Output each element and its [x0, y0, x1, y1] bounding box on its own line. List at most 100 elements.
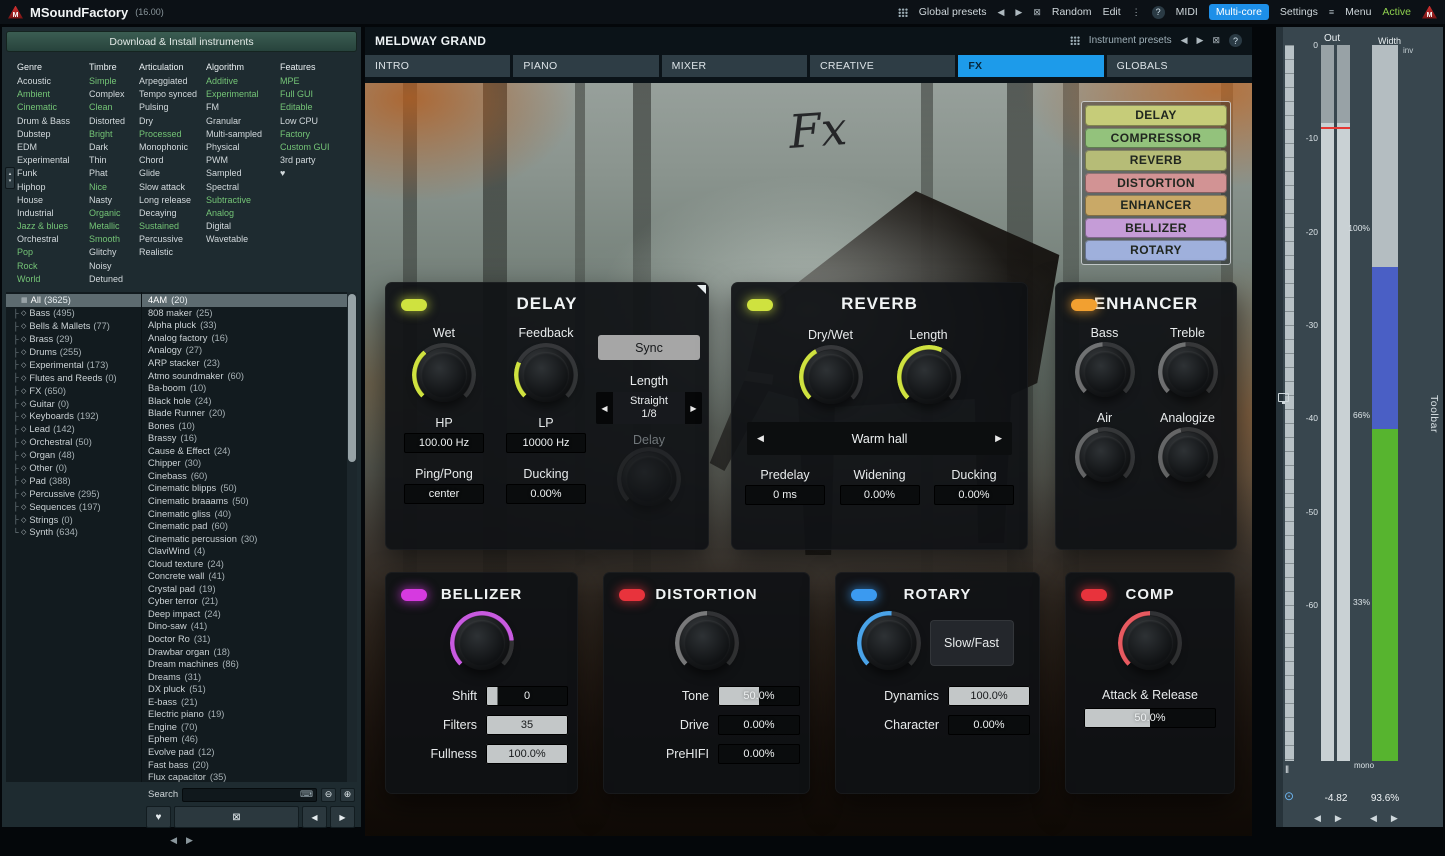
- preset-item[interactable]: Electric piano (19): [142, 708, 347, 721]
- menu-button[interactable]: Menu: [1345, 6, 1371, 18]
- reverb-preset-next-icon[interactable]: ▶: [995, 433, 1002, 444]
- filter-item[interactable]: Sustained: [139, 220, 203, 233]
- filter-item[interactable]: Organic: [89, 207, 136, 220]
- filter-item[interactable]: Factory: [280, 128, 334, 141]
- toolbar-label[interactable]: Toolbar: [1428, 395, 1440, 433]
- enhancer-enable-led[interactable]: [1071, 299, 1097, 311]
- filter-item[interactable]: Dry: [139, 115, 203, 128]
- filter-item[interactable]: PWM: [206, 154, 277, 167]
- preset-item[interactable]: Cinebass (60): [142, 470, 347, 483]
- filter-item[interactable]: Custom GUI: [280, 141, 334, 154]
- preset-item[interactable]: Fast bass (20): [142, 758, 347, 771]
- preset-item[interactable]: DX pluck (51): [142, 683, 347, 696]
- filter-item[interactable]: Low CPU: [280, 115, 334, 128]
- filter-item[interactable]: House: [17, 194, 86, 207]
- tree-item[interactable]: ├ ◇ Keyboards (192): [6, 410, 141, 423]
- filter-item[interactable]: Drum & Bass: [17, 115, 86, 128]
- distortion-enable-led[interactable]: [619, 589, 645, 601]
- panel-corner-handle[interactable]: [697, 285, 706, 294]
- preset-scrollbar[interactable]: [347, 292, 357, 782]
- melda-logo-icon[interactable]: M: [8, 6, 23, 19]
- filter-item[interactable]: Rock: [17, 260, 86, 273]
- feedback-knob[interactable]: [519, 348, 573, 402]
- fx-module-button[interactable]: DISTORTION: [1085, 173, 1227, 194]
- slow-fast-button[interactable]: Slow/Fast: [930, 620, 1014, 666]
- filter-scroll-spinner[interactable]: ▴ ▾: [5, 167, 15, 189]
- bellizer-knob[interactable]: [455, 616, 509, 670]
- prev-icon[interactable]: ◀: [1314, 813, 1321, 824]
- filter-item[interactable]: Pop: [17, 246, 86, 259]
- filter-item[interactable]: Chord: [139, 154, 203, 167]
- filter-item[interactable]: Dark: [89, 141, 136, 154]
- preset-item[interactable]: Analogy (27): [142, 344, 347, 357]
- sync-button[interactable]: Sync: [598, 335, 700, 360]
- instrument-tab[interactable]: PIANO: [513, 55, 658, 77]
- power-icon[interactable]: ⊙: [1284, 789, 1294, 803]
- preset-item[interactable]: Cloud texture (24): [142, 557, 347, 570]
- filter-item[interactable]: Decaying: [139, 207, 203, 220]
- filter-item[interactable]: Experimental: [206, 88, 277, 101]
- preset-item[interactable]: ClaviWind (4): [142, 545, 347, 558]
- scroll-up-icon[interactable]: ▴: [9, 171, 12, 178]
- filter-item[interactable]: Simple: [89, 75, 136, 88]
- filter-item[interactable]: Additive: [206, 75, 277, 88]
- filter-item[interactable]: Digital: [206, 220, 277, 233]
- instrument-tab[interactable]: FX: [958, 55, 1103, 77]
- preset-item[interactable]: Black hole (24): [142, 394, 347, 407]
- prev-preset-icon[interactable]: ◀: [997, 7, 1004, 18]
- hp-value-field[interactable]: 100.00 Hz: [404, 433, 484, 453]
- filter-item[interactable]: Jazz & blues: [17, 220, 86, 233]
- filter-item[interactable]: Long release: [139, 194, 203, 207]
- widening-value-field[interactable]: 0.00%: [840, 485, 920, 505]
- param-value-field[interactable]: 0: [486, 686, 568, 706]
- filter-item[interactable]: Nice: [89, 181, 136, 194]
- reverb-enable-led[interactable]: [747, 299, 773, 311]
- param-value-field[interactable]: 35: [486, 715, 568, 735]
- distortion-knob[interactable]: [680, 616, 734, 670]
- filter-item[interactable]: Acoustic: [17, 75, 86, 88]
- filter-item[interactable]: Tempo synced: [139, 88, 203, 101]
- preset-item[interactable]: Cinematic gliss (40): [142, 507, 347, 520]
- filter-item[interactable]: Orchestral: [17, 233, 86, 246]
- filter-header[interactable]: Algorithm: [206, 61, 277, 74]
- filter-item[interactable]: Editable: [280, 101, 334, 114]
- preset-item[interactable]: Atmo soundmaker (60): [142, 369, 347, 382]
- preset-item[interactable]: Cinematic braaams (50): [142, 495, 347, 508]
- filter-item[interactable]: Granular: [206, 115, 277, 128]
- filter-item[interactable]: Pulsing: [139, 101, 203, 114]
- filter-item[interactable]: World: [17, 273, 86, 286]
- keyboard-icon[interactable]: ⌨: [300, 789, 313, 800]
- preset-item[interactable]: Cinematic pad (60): [142, 520, 347, 533]
- filter-item[interactable]: Distorted: [89, 115, 136, 128]
- filter-header[interactable]: Features: [280, 61, 334, 74]
- search-input[interactable]: ⌨: [182, 788, 317, 802]
- filter-item[interactable]: Cinematic: [17, 101, 86, 114]
- tree-item[interactable]: ├ ◇ Lead (142): [6, 423, 141, 436]
- tree-item[interactable]: ├ ◇ Drums (255): [6, 346, 141, 359]
- rotary-knob[interactable]: [862, 616, 916, 670]
- tree-item[interactable]: ├ ◇ Strings (0): [6, 513, 141, 526]
- preset-item[interactable]: Evolve pad (12): [142, 746, 347, 759]
- menu-icon[interactable]: ≡: [1329, 7, 1334, 17]
- prev-preset-button[interactable]: ◀: [302, 806, 327, 828]
- filter-item[interactable]: EDM: [17, 141, 86, 154]
- filter-item[interactable]: Realistic: [139, 246, 203, 259]
- reverb-ducking-value-field[interactable]: 0.00%: [934, 485, 1014, 505]
- preset-item[interactable]: Bones (10): [142, 419, 347, 432]
- filter-item[interactable]: Hiphop: [17, 181, 86, 194]
- close-icon[interactable]: ⊠: [1033, 7, 1041, 18]
- fx-module-button[interactable]: DELAY: [1085, 105, 1227, 126]
- search-plus-button[interactable]: ⊕: [340, 788, 355, 802]
- filter-item[interactable]: Ambient: [17, 88, 86, 101]
- next-icon[interactable]: ▶: [1391, 813, 1398, 824]
- filter-item[interactable]: Glide: [139, 167, 203, 180]
- filter-item[interactable]: Sampled: [206, 167, 277, 180]
- pingpong-value-field[interactable]: center: [404, 484, 484, 504]
- tree-item[interactable]: └ ◇ Synth (634): [6, 526, 141, 539]
- instrument-tab[interactable]: GLOBALS: [1107, 55, 1252, 77]
- preset-item[interactable]: Concrete wall (41): [142, 570, 347, 583]
- param-value-field[interactable]: 0.00%: [948, 715, 1030, 735]
- multi-core-toggle[interactable]: Multi-core: [1209, 4, 1269, 20]
- reverb-length-knob[interactable]: [902, 350, 956, 404]
- delay-length-select[interactable]: ◀ Straight 1/8 ▶: [596, 392, 702, 424]
